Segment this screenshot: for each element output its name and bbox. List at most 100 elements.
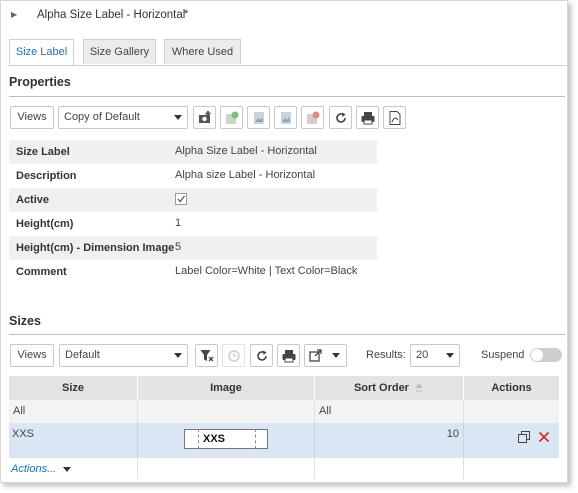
height-field[interactable]: 1	[175, 217, 181, 229]
properties-rule	[9, 96, 565, 97]
filter-image[interactable]	[138, 400, 315, 423]
unsaved-marker: *	[184, 8, 189, 20]
tab-where-used[interactable]: Where Used	[164, 39, 241, 64]
properties-views-button[interactable]: Views	[10, 106, 54, 129]
tab-divider	[9, 65, 567, 66]
actions-menu-link[interactable]: Actions...	[11, 463, 56, 475]
image-icon	[281, 112, 291, 124]
property-label: Height(cm)	[16, 218, 74, 230]
sizes-rule	[9, 334, 565, 335]
properties-view-select-value: Copy of Default	[64, 111, 140, 123]
results-label: Results:	[366, 349, 406, 361]
add-image-button[interactable]	[193, 106, 216, 129]
print-icon	[282, 350, 296, 363]
property-row-comment: Comment Label Color=White | Text Color=B…	[9, 260, 377, 284]
size-label-image-text: XXS	[203, 433, 226, 445]
copy-icon[interactable]	[518, 431, 530, 443]
add-image-icon	[199, 111, 211, 123]
size-label-image: XXS	[184, 429, 268, 449]
dimension-image-height-field[interactable]: 5	[175, 241, 181, 253]
expand-caret-icon[interactable]: ▶	[11, 10, 17, 19]
image-icon	[254, 112, 264, 124]
property-label: Height(cm) - Dimension Image	[16, 242, 175, 254]
properties-view-select[interactable]: Copy of Default	[58, 106, 188, 129]
image-button-2[interactable]	[274, 106, 297, 129]
tab-size-label[interactable]: Size Label	[9, 39, 74, 66]
print-icon	[361, 112, 375, 125]
properties-heading: Properties	[9, 75, 71, 89]
filter-sort-order[interactable]: All	[315, 400, 464, 423]
dimension-guide	[255, 429, 256, 449]
dimension-guide	[198, 429, 199, 449]
add-image-green-button[interactable]	[220, 106, 243, 129]
cell-size[interactable]: XXS	[9, 423, 138, 457]
tab-size-gallery[interactable]: Size Gallery	[83, 39, 156, 64]
results-per-page-select[interactable]: 20	[410, 344, 460, 367]
window-title: Alpha Size Label - Horizontal	[37, 9, 186, 21]
image-remove-red-icon	[307, 111, 320, 124]
sizes-print-button[interactable]	[277, 344, 300, 367]
size-label-field[interactable]: Alpha Size Label - Horizontal	[175, 145, 317, 157]
pdf-icon	[389, 111, 401, 125]
footer-cell	[315, 457, 464, 479]
clear-filter-button[interactable]	[195, 344, 218, 367]
property-label: Description	[16, 170, 77, 182]
clear-filter-icon	[200, 350, 214, 362]
sizes-view-select-value: Default	[65, 349, 100, 361]
property-row-dimension-image-height: Height(cm) - Dimension Image 5	[9, 236, 377, 260]
image-add-green-icon	[226, 111, 239, 124]
comment-field[interactable]: Label Color=White | Text Color=Black	[175, 265, 357, 277]
column-header-size[interactable]: Size	[9, 376, 138, 400]
toggle-knob	[531, 349, 543, 361]
active-checkbox[interactable]	[175, 193, 187, 205]
print-button[interactable]	[356, 106, 379, 129]
sizes-heading: Sizes	[9, 314, 41, 328]
suspend-label: Suspend	[481, 349, 525, 361]
sizes-refresh-button[interactable]	[250, 344, 273, 367]
title-bar: ▶ Alpha Size Label - Horizontal *	[1, 1, 567, 31]
history-button[interactable]	[222, 344, 245, 367]
filter-size[interactable]: All	[9, 400, 138, 423]
cell-image[interactable]: XXS	[138, 423, 315, 457]
results-value: 20	[416, 349, 429, 361]
remove-image-button[interactable]	[301, 106, 324, 129]
chevron-down-icon	[332, 353, 340, 358]
chevron-down-icon	[174, 353, 182, 358]
cell-sort-order[interactable]: 10	[315, 423, 464, 457]
refresh-icon	[257, 350, 267, 361]
filter-actions	[464, 400, 559, 423]
refresh-button[interactable]	[329, 106, 352, 129]
image-button-1[interactable]	[247, 106, 270, 129]
export-icon	[309, 349, 322, 362]
pdf-button[interactable]	[383, 106, 406, 129]
property-label: Active	[16, 194, 50, 206]
description-field[interactable]: Alpha size Label - Horizontal	[175, 169, 315, 181]
chevron-down-icon[interactable]	[63, 467, 71, 472]
chevron-down-icon	[446, 353, 454, 358]
chevron-down-icon	[174, 115, 182, 120]
property-label: Size Label	[16, 146, 70, 158]
cell-actions	[464, 423, 559, 457]
history-icon	[228, 350, 240, 362]
suspend-toggle[interactable]	[530, 348, 562, 362]
property-row-size-label: Size Label Alpha Size Label - Horizontal	[9, 140, 377, 164]
footer-cell	[464, 457, 559, 479]
footer-cell	[138, 457, 315, 479]
delete-icon[interactable]	[538, 431, 550, 443]
column-header-image[interactable]: Image	[138, 376, 315, 400]
refresh-icon	[336, 112, 346, 123]
export-dropdown-button[interactable]	[304, 344, 347, 367]
sizes-view-select[interactable]: Default	[59, 344, 188, 367]
checkmark-icon	[177, 195, 186, 203]
column-header-actions: Actions	[464, 376, 559, 400]
footer-actions-cell: Actions...	[9, 457, 138, 479]
property-row-description: Description Alpha size Label - Horizonta…	[9, 164, 377, 188]
property-row-height: Height(cm) 1	[9, 212, 377, 236]
sizes-views-button[interactable]: Views	[10, 344, 54, 367]
sort-icon	[415, 383, 423, 392]
window: ▶ Alpha Size Label - Horizontal * Size L…	[0, 0, 568, 483]
property-row-active: Active	[9, 188, 377, 212]
column-header-sort-order[interactable]: Sort Order	[315, 376, 464, 400]
property-label: Comment	[16, 266, 67, 278]
sort-order-header-label: Sort Order	[353, 382, 409, 394]
